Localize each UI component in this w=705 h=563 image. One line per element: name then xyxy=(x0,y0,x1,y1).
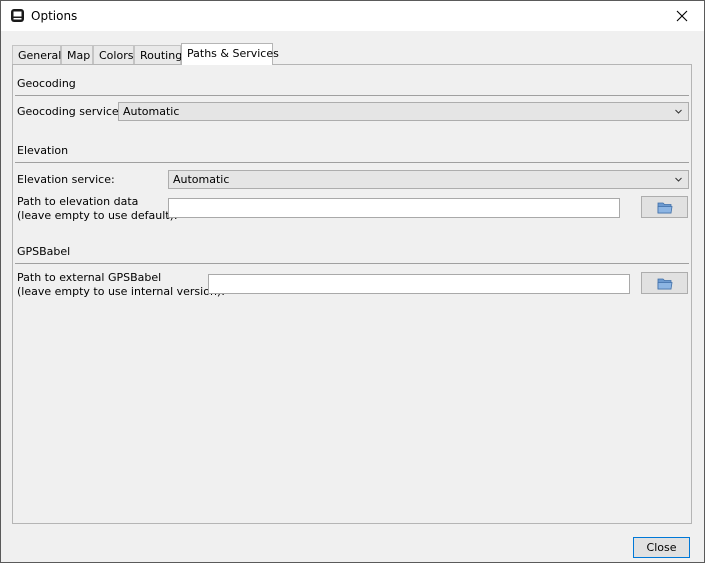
paths-services-panel: Geocoding Geocoding service: Automatic E… xyxy=(12,64,692,524)
tab-colors[interactable]: Colors xyxy=(93,45,134,64)
elevation-path-label-line2: (leave empty to use default): xyxy=(17,209,178,222)
elevation-service-select[interactable]: Automatic xyxy=(168,170,689,189)
elevation-path-label-line1: Path to elevation data xyxy=(17,195,139,208)
tab-paths-services[interactable]: Paths & Services xyxy=(181,43,279,65)
title-bar[interactable]: Options xyxy=(1,1,704,31)
folder-icon xyxy=(657,202,672,213)
geocoding-divider xyxy=(15,95,689,96)
tab-label: Colors xyxy=(99,49,134,62)
elevation-path-input[interactable] xyxy=(168,198,620,218)
chevron-down-icon xyxy=(675,109,682,114)
elevation-service-value: Automatic xyxy=(173,173,230,186)
geocoding-service-label: Geocoding service: xyxy=(17,105,123,118)
gpsbabel-divider xyxy=(15,263,689,264)
gpsbabel-section-title: GPSBabel xyxy=(17,245,71,258)
tab-label: General xyxy=(18,49,62,62)
gpsbabel-path-label-line1: Path to external GPSBabel xyxy=(17,271,162,284)
window-close-button[interactable] xyxy=(660,1,704,31)
window-title: Options xyxy=(31,9,78,23)
tab-routing[interactable]: Routing xyxy=(134,45,183,64)
tab-map[interactable]: Map xyxy=(61,45,93,64)
geocoding-service-value: Automatic xyxy=(123,105,180,118)
gps-device-icon xyxy=(11,9,24,22)
close-icon xyxy=(676,10,688,22)
tab-label: Routing xyxy=(140,49,183,62)
gpsbabel-browse-button[interactable] xyxy=(641,272,688,294)
elevation-section-title: Elevation xyxy=(17,144,69,157)
tab-general[interactable]: General xyxy=(12,45,61,64)
tab-label: Map xyxy=(67,49,91,62)
elevation-browse-button[interactable] xyxy=(641,196,688,218)
geocoding-section-title: Geocoding xyxy=(17,77,76,90)
chevron-down-icon xyxy=(675,177,682,182)
folder-icon xyxy=(657,278,672,289)
options-dialog: Options General Map Colors Routing Paths… xyxy=(0,0,705,563)
close-button-label: Close xyxy=(646,541,677,554)
gpsbabel-path-label-line2: (leave empty to use internal version): xyxy=(17,285,225,298)
elevation-service-label: Elevation service: xyxy=(17,173,115,186)
close-button[interactable]: Close xyxy=(633,537,690,558)
geocoding-service-select[interactable]: Automatic xyxy=(118,102,689,121)
tab-label: Paths & Services xyxy=(187,47,279,60)
elevation-divider xyxy=(15,162,689,163)
gpsbabel-path-input[interactable] xyxy=(208,274,630,294)
